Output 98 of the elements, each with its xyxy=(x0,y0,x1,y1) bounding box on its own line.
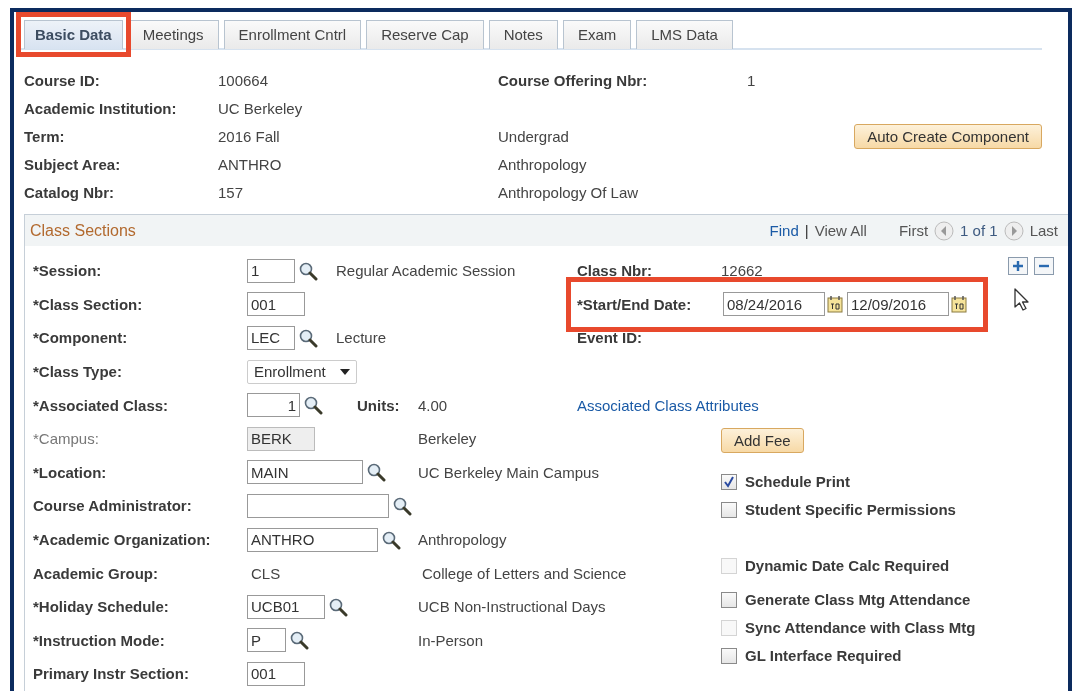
input-field[interactable]: 001 xyxy=(247,661,305,686)
input-field[interactable]: 1 xyxy=(247,393,300,418)
first-label: First xyxy=(898,222,929,239)
field-label: *Associated Class: xyxy=(33,396,170,414)
field-label: Subject Area: xyxy=(24,155,122,173)
input-field[interactable]: LEC xyxy=(247,326,295,350)
add-row-icon[interactable] xyxy=(1008,257,1028,275)
field-description: Anthropology xyxy=(418,531,507,549)
dropdown[interactable]: Enrollment xyxy=(247,359,357,384)
last-label: Last xyxy=(1029,222,1058,239)
field-label: *Academic Organization: xyxy=(33,531,212,549)
delete-row-icon[interactable] xyxy=(1034,257,1054,275)
checkbox-label: Dynamic Date Calc Required xyxy=(745,557,950,575)
field-label: *Class Type: xyxy=(33,363,123,381)
field-description: College of Letters and Science xyxy=(422,564,627,582)
auto-create-component-button[interactable]: Auto Create Component xyxy=(854,123,1042,149)
field-label: *Session: xyxy=(33,262,103,280)
search-icon[interactable] xyxy=(298,260,318,281)
field-label: Course Administrator: xyxy=(33,497,193,515)
field-label: Academic Institution: xyxy=(24,99,178,117)
field-value: 2016 Fall xyxy=(218,127,281,145)
field-label: Primary Instr Section: xyxy=(33,665,190,683)
field-value: CLS xyxy=(251,564,281,582)
field-label: Course ID: xyxy=(24,71,101,89)
search-icon[interactable] xyxy=(328,596,348,617)
field-description: Lecture xyxy=(336,329,387,347)
checkbox[interactable] xyxy=(721,591,737,608)
field-description: Undergrad xyxy=(498,127,570,145)
field-label: *Class Section: xyxy=(33,295,144,313)
checkbox-label: Schedule Print xyxy=(745,473,851,491)
tab[interactable]: LMS Data xyxy=(636,20,733,49)
find-link[interactable]: Find xyxy=(769,222,799,239)
field-label: Academic Group: xyxy=(33,564,160,582)
field-description: UCB Non-Instructional Days xyxy=(418,598,606,616)
search-icon[interactable] xyxy=(289,630,309,651)
view-all-link[interactable]: View All xyxy=(814,222,867,239)
page-count: 1 of 1 xyxy=(960,222,998,239)
field-description: Regular Academic Session xyxy=(336,262,516,280)
tab[interactable]: Exam xyxy=(562,20,632,49)
field-description: UC Berkeley Main Campus xyxy=(418,463,599,481)
field-label: Units: xyxy=(356,396,401,414)
field-value: 1 xyxy=(747,71,757,89)
search-icon[interactable] xyxy=(298,328,318,348)
field-label: *Holiday Schedule: xyxy=(33,598,170,616)
field-value: ANTHRO xyxy=(218,155,283,173)
field-description: Anthropology Of Law xyxy=(498,183,640,201)
field-label: Event ID: xyxy=(577,329,643,347)
field-value: 12662 xyxy=(721,262,763,280)
field-description: Anthropology xyxy=(498,155,588,173)
calendar-icon[interactable] xyxy=(951,295,967,314)
field-label: Course Offering Nbr: xyxy=(498,71,649,89)
input-field[interactable]: ANTHRO xyxy=(247,527,378,552)
checkbox-label: Sync Attendance with Class Mtg xyxy=(745,619,976,637)
field-label: Term: xyxy=(24,127,66,145)
checkbox[interactable] xyxy=(721,647,737,664)
search-icon[interactable] xyxy=(381,529,401,550)
field-label: *Start/End Date: xyxy=(577,295,693,313)
field-label: *Campus: xyxy=(33,430,100,448)
section-title: Class Sections xyxy=(30,221,136,240)
check-icon xyxy=(723,475,735,488)
input-field[interactable]: P xyxy=(247,628,286,653)
field-value: 100664 xyxy=(218,71,270,89)
input-field[interactable]: 001 xyxy=(247,292,305,317)
input-field[interactable] xyxy=(247,493,389,518)
mouse-pointer-icon xyxy=(1014,288,1030,312)
field-description: 4.00 xyxy=(418,396,448,414)
date-field[interactable]: 08/24/2016 xyxy=(723,292,825,317)
checkbox[interactable] xyxy=(721,501,737,518)
field-description: Berkeley xyxy=(418,430,477,448)
input-field[interactable]: MAIN xyxy=(247,460,363,485)
next-icon[interactable] xyxy=(1003,220,1024,241)
checkbox-label: Student Specific Permissions xyxy=(745,501,956,519)
field-label: *Location: xyxy=(33,463,108,481)
tab[interactable]: Enrollment Cntrl xyxy=(223,20,362,49)
input-field[interactable]: 1 xyxy=(247,258,295,283)
search-icon[interactable] xyxy=(366,462,386,483)
associated-class-attributes-link[interactable]: Associated Class Attributes xyxy=(577,396,759,414)
date-field[interactable]: 12/09/2016 xyxy=(847,292,949,317)
input-field[interactable]: UCB01 xyxy=(247,594,325,619)
field-label: Class Nbr: xyxy=(577,262,654,280)
separator-text: | xyxy=(804,222,809,239)
previous-icon[interactable] xyxy=(934,220,955,241)
checkbox[interactable] xyxy=(721,473,737,490)
field-value: 157 xyxy=(218,183,245,201)
field-description: In-Person xyxy=(418,631,484,649)
field-value: UC Berkeley xyxy=(218,99,304,117)
tab[interactable]: Reserve Cap xyxy=(366,20,484,49)
search-icon[interactable] xyxy=(392,495,412,516)
add-fee-button[interactable]: Add Fee xyxy=(721,428,804,454)
tab[interactable]: Notes xyxy=(488,20,558,49)
calendar-icon[interactable] xyxy=(827,295,843,314)
field-label: Catalog Nbr: xyxy=(24,183,115,201)
search-icon[interactable] xyxy=(303,395,323,416)
caret-icon xyxy=(339,368,350,375)
field-label: *Component: xyxy=(33,329,129,347)
checkbox-label: Generate Class Mtg Attendance xyxy=(745,591,971,609)
field-label: *Instruction Mode: xyxy=(33,631,166,649)
checkbox-label: GL Interface Required xyxy=(745,647,902,665)
